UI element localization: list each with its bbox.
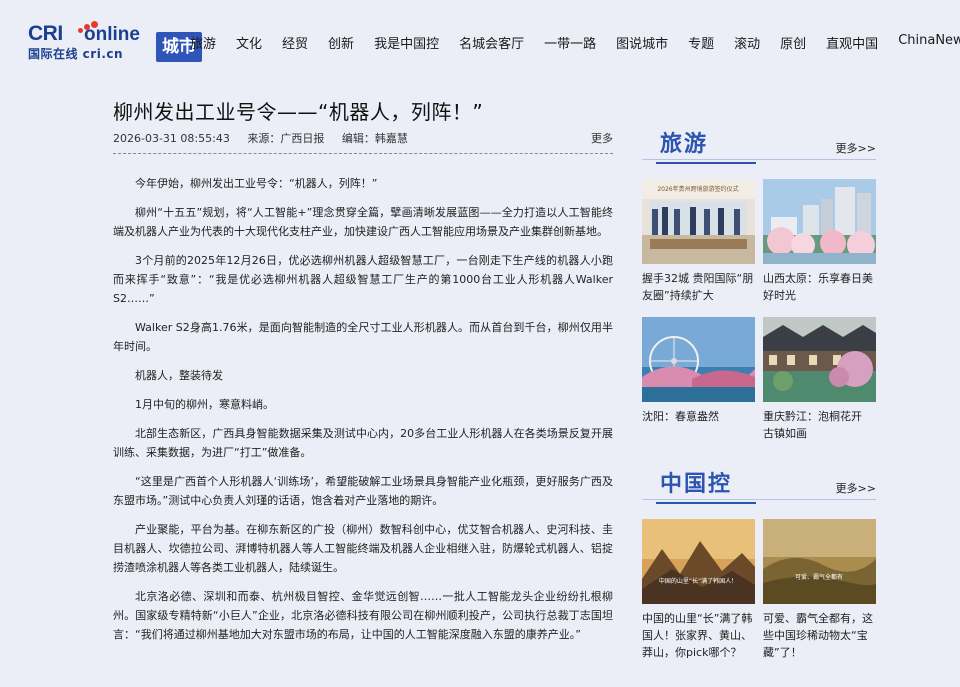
site-logo[interactable]: CRI online 国际在线 cri.cn 城市 — [28, 21, 202, 62]
travel-image-guiyang[interactable]: 2026年贵州跨境旅游签约仪式 — [642, 179, 755, 264]
logo-subtitle: 国际在线 cri.cn — [28, 47, 124, 61]
main-nav: 旅游 文化 经贸 创新 我是中国控 名城会客厅 一带一路 图说城市 专题 滚动 … — [190, 33, 960, 52]
article-body: 今年伊始，柳州发出工业号令：“机器人，列阵！” 柳州“十五五”规划，将“人工智能… — [113, 174, 613, 654]
article-source: 来源：广西日报 — [247, 132, 325, 145]
travel-section: 旅游 更多>> 2026年贵州跨境旅游签约仪式 握手32城 贵阳国际“朋友圈”持… — [642, 130, 876, 440]
china-fan-section-header: 中国控 更多>> — [642, 470, 876, 504]
article-paragraph: 柳州“十五五”规划，将“人工智能+”理念贯穿全篇，擘画清晰发展蓝图——全力打造以… — [113, 206, 613, 238]
travel-section-header: 旅游 更多>> — [642, 130, 876, 164]
travel-image-qianjiang[interactable] — [763, 317, 876, 402]
travel-caption-shenyang[interactable]: 沈阳：春意盎然 — [642, 408, 755, 425]
travel-caption-taiyuan[interactable]: 山西太原：乐享春日美好时光 — [763, 270, 876, 304]
nav-item-economy[interactable]: 经贸 — [282, 33, 308, 52]
nav-item-visual-china[interactable]: 直观中国 — [826, 33, 878, 52]
travel-card-shenyang[interactable]: 沈阳：春意盎然 — [642, 317, 755, 425]
nav-item-city-pictures[interactable]: 图说城市 — [616, 33, 668, 52]
nav-item-china-fan[interactable]: 我是中国控 — [374, 33, 439, 52]
china-fan-section-title: 中国控 — [655, 466, 757, 504]
article: 柳州发出工业号令——“机器人，列阵！” 2026-03-31 08:55:43 … — [113, 96, 613, 641]
logo-online-text: online — [84, 24, 140, 45]
article-paragraph: 1月中旬的柳州，寒意料峭。 — [135, 398, 274, 411]
china-image-animals-text: 可爱、霸气全都有 — [795, 573, 843, 581]
china-caption-mountains[interactable]: 中国的山里“长”满了韩国人！张家界、黄山、莽山，你pick哪个？ — [642, 610, 755, 661]
china-image-animals[interactable]: 可爱、霸气全都有 — [763, 519, 876, 604]
nav-item-travel[interactable]: 旅游 — [190, 33, 216, 52]
nav-item-topics[interactable]: 专题 — [688, 33, 714, 52]
article-editor: 编辑：韩嘉慧 — [341, 132, 408, 145]
site-header: CRI online 国际在线 cri.cn 城市 旅游 文化 经贸 创新 我是… — [0, 0, 960, 84]
article-date: 2026-03-31 08:55:43 — [113, 132, 230, 145]
china-caption-animals[interactable]: 可爱、霸气全都有，这些中国珍稀动物太“宝藏”了！ — [763, 610, 876, 661]
china-fan-section: 中国控 更多>> 中国的山里“长”满了韩国人！ 中国的山里“长”满了韩国人！张家… — [642, 470, 876, 659]
article-subheading: 机器人，整装待发 — [135, 369, 223, 382]
logo-cri-text: CRI — [28, 22, 63, 45]
travel-card-qianjiang[interactable]: 重庆黔江：泡桐花开 古镇如画 — [763, 317, 876, 442]
nav-item-culture[interactable]: 文化 — [236, 33, 262, 52]
article-meta: 2026-03-31 08:55:43 来源：广西日报 编辑：韩嘉慧 更多 — [113, 130, 613, 146]
travel-image-guiyang-text: 2026年贵州跨境旅游签约仪式 — [657, 185, 738, 193]
article-paragraph: 3个月前的2025年12月26日，优必选柳州机器人超级智慧工厂，一台刚走下生产线… — [113, 254, 613, 305]
travel-card-guiyang[interactable]: 2026年贵州跨境旅游签约仪式 握手32城 贵阳国际“朋友圈”持续扩大 — [642, 179, 755, 304]
article-paragraph: 今年伊始，柳州发出工业号令：“机器人，列阵！” — [135, 177, 378, 190]
article-paragraph: 北京洛必德、深圳和而泰、杭州极目智控、金华觉远创智……一批人工智能龙头企业纷纷扎… — [113, 590, 613, 641]
china-card-animals[interactable]: 可爱、霸气全都有 可爱、霸气全都有，这些中国珍稀动物太“宝藏”了！ — [763, 519, 876, 661]
china-fan-more-link[interactable]: 更多>> — [836, 480, 876, 496]
article-divider — [113, 153, 613, 154]
nav-item-belt-road[interactable]: 一带一路 — [544, 33, 596, 52]
article-title: 柳州发出工业号令——“机器人，列阵！” — [113, 100, 484, 124]
nav-item-original[interactable]: 原创 — [780, 33, 806, 52]
travel-image-shenyang[interactable] — [642, 317, 755, 402]
travel-image-taiyuan[interactable] — [763, 179, 876, 264]
travel-section-title: 旅游 — [655, 126, 757, 164]
travel-more-link[interactable]: 更多>> — [836, 140, 876, 156]
article-paragraph: “这里是广西首个人形机器人‘训练场’，希望能破解工业场景具身智能产业化瓶颈，更好… — [113, 475, 613, 507]
china-card-mountains[interactable]: 中国的山里“长”满了韩国人！ 中国的山里“长”满了韩国人！张家界、黄山、莽山，你… — [642, 519, 755, 661]
nav-item-innovation[interactable]: 创新 — [328, 33, 354, 52]
nav-item-city-salon[interactable]: 名城会客厅 — [459, 33, 524, 52]
travel-caption-guiyang[interactable]: 握手32城 贵阳国际“朋友圈”持续扩大 — [642, 270, 755, 304]
nav-item-chinanews[interactable]: ChinaNews — [898, 33, 960, 52]
article-more-link[interactable]: 更多 — [591, 130, 613, 146]
article-paragraph: 产业聚能，平台为基。在柳东新区的广投（柳州）数智科创中心，优艾智合机器人、史河科… — [113, 523, 613, 574]
china-image-mountains-text: 中国的山里“长”满了韩国人！ — [659, 577, 737, 585]
article-paragraph: Walker S2身高1.76米，是面向智能制造的全尺寸工业人形机器人。而从首台… — [113, 321, 613, 353]
china-image-mountains[interactable]: 中国的山里“长”满了韩国人！ — [642, 519, 755, 604]
travel-card-taiyuan[interactable]: 山西太原：乐享春日美好时光 — [763, 179, 876, 304]
travel-caption-qianjiang[interactable]: 重庆黔江：泡桐花开 古镇如画 — [763, 408, 876, 442]
nav-item-rolling[interactable]: 滚动 — [734, 33, 760, 52]
article-paragraph: 北部生态新区，广西具身智能数据采集及测试中心内，20多台工业人形机器人在各类场景… — [113, 427, 613, 459]
